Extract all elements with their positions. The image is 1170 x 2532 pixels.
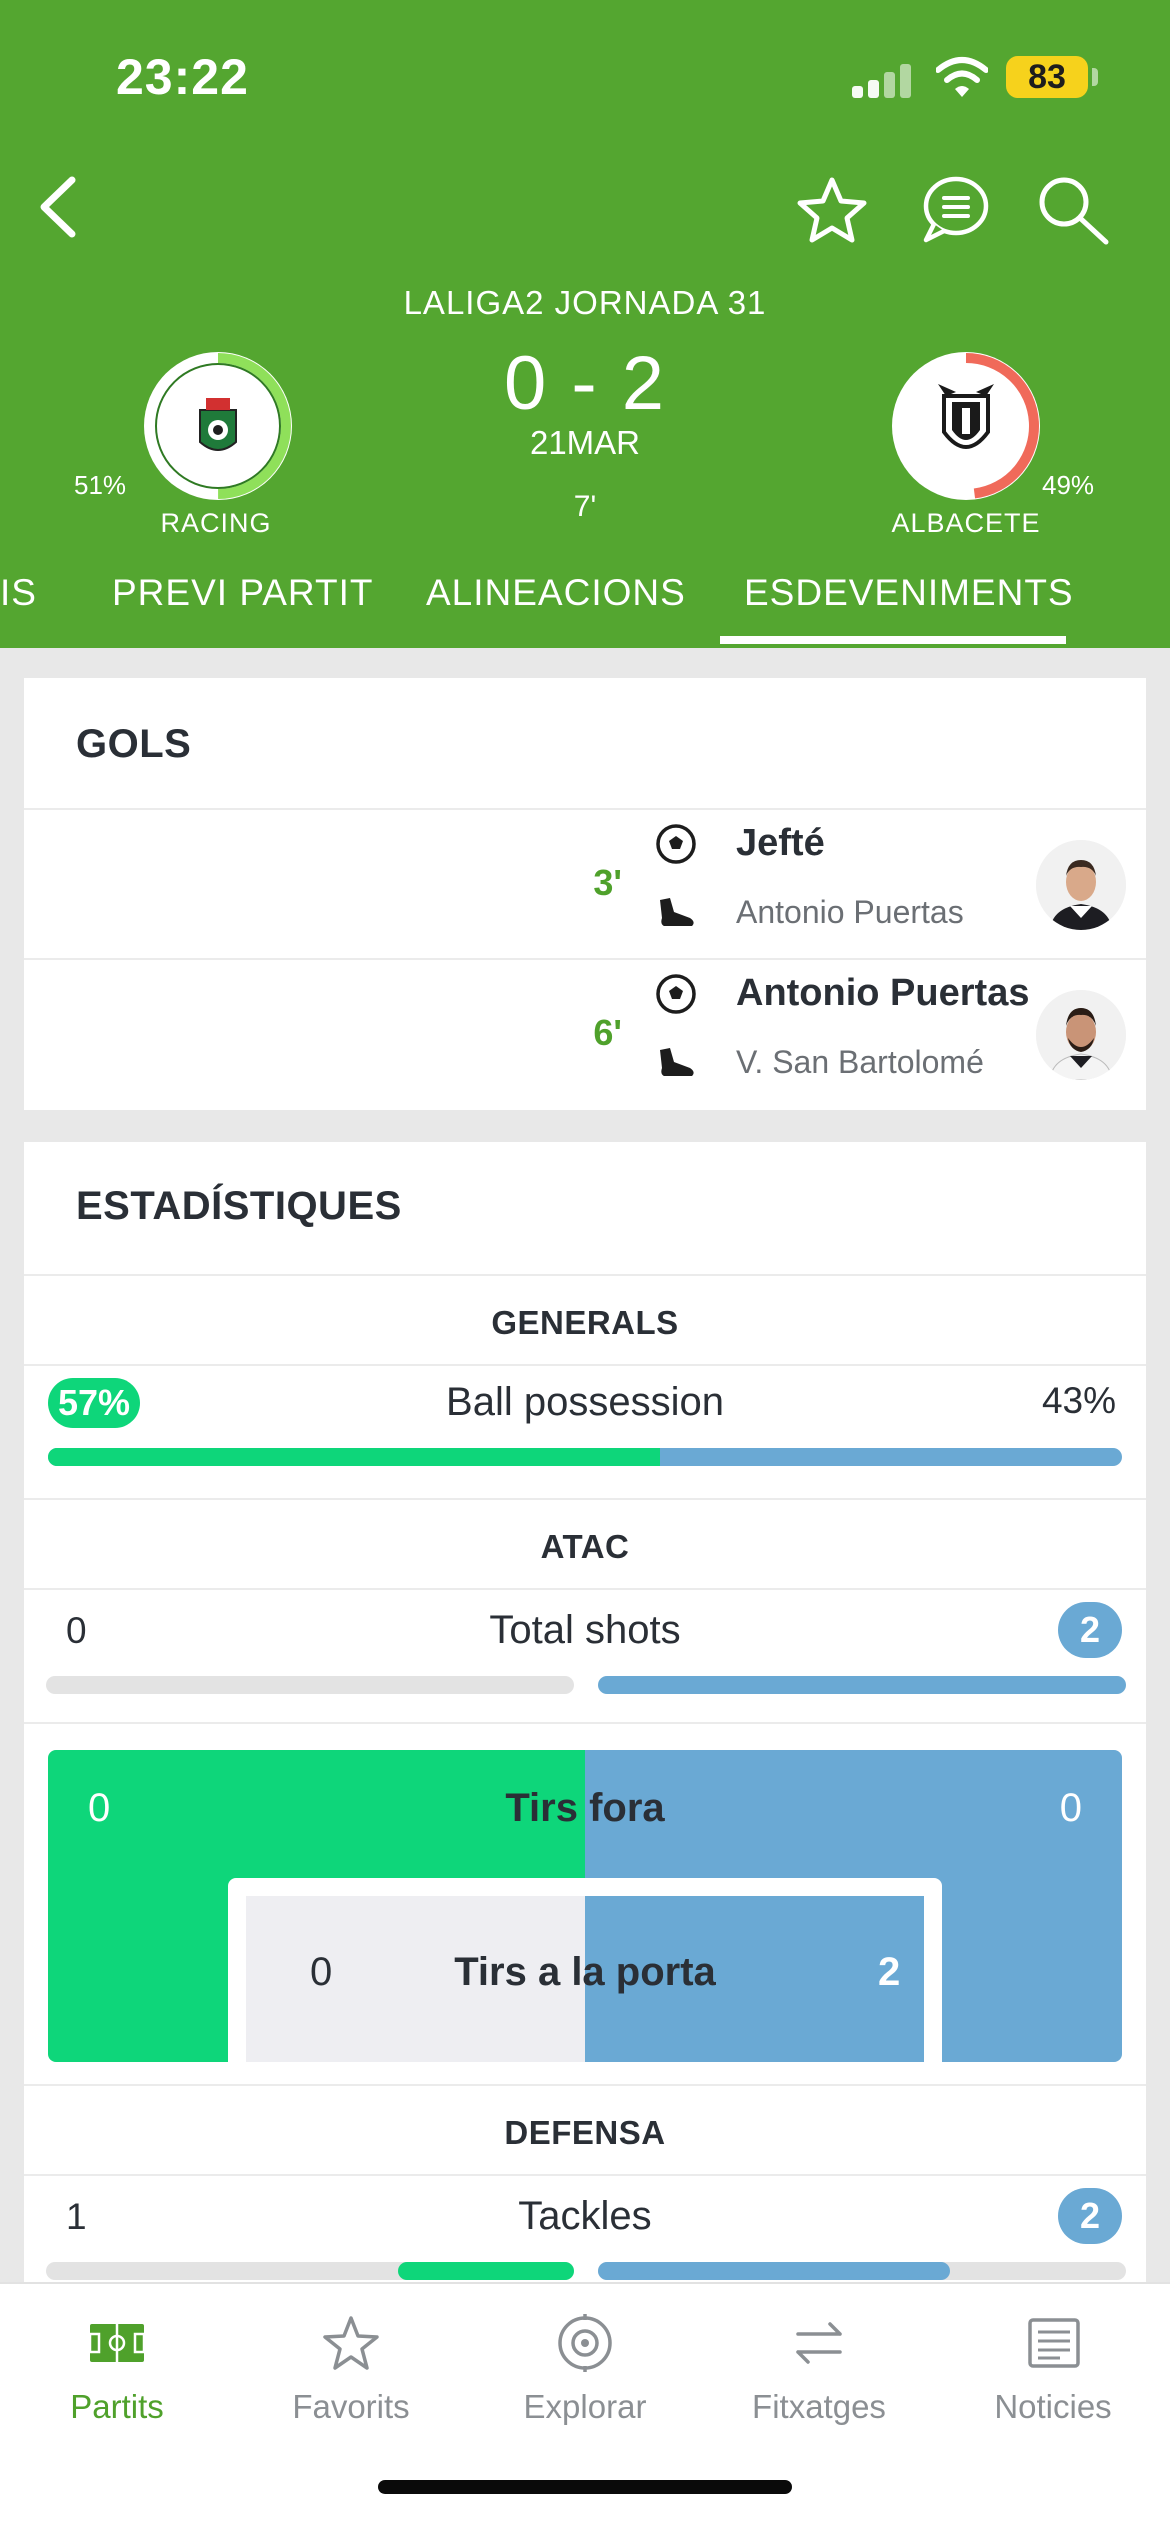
tirs-fora-label: Tirs fora	[505, 1786, 665, 1830]
nav-label: Noticies	[994, 2388, 1112, 2425]
nav-partits[interactable]: Partits	[0, 2310, 234, 2426]
stats-card: ESTADÍSTIQUES GENERALS 57% Ball possessi…	[24, 1142, 1146, 2282]
section-atac: ATAC	[540, 1528, 630, 1565]
bottom-nav: Partits Favorits Explorar Fitxatges Noti…	[0, 2282, 1170, 2532]
news-icon	[1028, 2318, 1080, 2368]
home-bar	[46, 1676, 574, 1694]
away-value-badge: 2	[1058, 1602, 1122, 1658]
player-photo-avatar	[1036, 840, 1126, 930]
nav-label: Explorar	[523, 2388, 647, 2425]
home-win-pct: 51%	[74, 470, 127, 500]
tirs-porta-label: Tirs a la porta	[454, 1950, 716, 1994]
goal-minute: 6'	[593, 1012, 622, 1053]
back-chevron-icon[interactable]	[28, 172, 88, 242]
football-icon	[656, 824, 696, 864]
away-team-name: ALBACETE	[891, 508, 1041, 538]
boot-assist-icon	[660, 1048, 694, 1076]
goal-assist: V. San Bartolomé	[736, 1044, 984, 1080]
league-round: LALIGA2 JORNADA 31	[403, 284, 767, 321]
pitch-icon	[88, 2324, 146, 2362]
tab-partial[interactable]: IS	[0, 572, 37, 614]
football-icon	[656, 974, 696, 1014]
nav-noticies[interactable]: Noticies	[936, 2310, 1170, 2426]
divider	[24, 1498, 1146, 1500]
match-tabs: IS PREVI PARTIT ALINEACIONS ESDEVENIMENT…	[0, 560, 1170, 648]
goal-scorer: Antonio Puertas	[736, 972, 1030, 1014]
home-bar	[398, 2262, 574, 2280]
stat-row-total-shots[interactable]: 0 Total shots 2	[24, 1590, 1146, 1714]
stat-row-possession[interactable]: 57% Ball possession 43%	[24, 1366, 1146, 1492]
home-indicator	[378, 2480, 792, 2494]
stat-label: Total shots	[489, 1608, 681, 1652]
goal-scorer: Jefté	[736, 822, 825, 864]
nav-favorits[interactable]: Favorits	[234, 2310, 468, 2426]
home-team-name: RACING	[160, 508, 272, 538]
home-bar	[48, 1448, 660, 1466]
home-team-badge[interactable]	[138, 346, 298, 506]
goals-title: GOLS	[76, 722, 192, 766]
battery-level: 83	[1006, 56, 1088, 98]
match-header: 23:22 83 LALIGA2 JORNADA 31 0 - 2 21MAR …	[0, 0, 1170, 648]
stats-title: ESTADÍSTIQUES	[76, 1184, 402, 1228]
stat-label: Ball possession	[446, 1380, 724, 1424]
battery-tip	[1092, 68, 1098, 86]
goal-row[interactable]: 3' Jefté Antonio Puertas	[24, 810, 1146, 958]
favorite-star-icon[interactable]	[792, 170, 872, 250]
tab-esdeveniments[interactable]: ESDEVENIMENTS	[744, 572, 1074, 614]
chat-icon[interactable]	[914, 170, 994, 250]
search-icon[interactable]	[1032, 170, 1112, 250]
transfer-arrows-icon	[796, 2322, 842, 2364]
nav-label: Favorits	[292, 2388, 410, 2425]
away-team-badge[interactable]	[886, 346, 1046, 506]
section-defensa: DEFENSA	[504, 2114, 666, 2151]
shots-goal-visual[interactable]: 0 Tirs fora 0 0 Tirs a la porta 2	[48, 1750, 1122, 2062]
away-win-pct: 49%	[1042, 470, 1095, 500]
tab-previ-partit[interactable]: PREVI PARTIT	[112, 572, 373, 614]
goal-minute: 3'	[593, 862, 622, 903]
away-bar	[598, 1676, 1126, 1694]
away-value-badge: 2	[1058, 2188, 1122, 2244]
tirs-porta-away: 2	[878, 1950, 901, 1994]
goals-card: GOLS 3' Jefté Antonio Puertas 6' Antonio…	[24, 678, 1146, 1110]
stat-label: Tackles	[518, 2194, 652, 2238]
player-photo-avatar	[1036, 990, 1126, 1080]
wifi-icon	[936, 57, 988, 97]
nav-fitxatges[interactable]: Fitxatges	[702, 2310, 936, 2426]
goal-row[interactable]: 6' Antonio Puertas V. San Bartolomé	[24, 960, 1146, 1108]
stat-row-tackles[interactable]: 1 Tackles 2	[24, 2176, 1146, 2282]
boot-assist-icon	[660, 898, 694, 926]
tab-alineacions[interactable]: ALINEACIONS	[426, 572, 686, 614]
active-tab-indicator	[720, 636, 1066, 644]
divider	[24, 1722, 1146, 1724]
tirs-fora-away: 0	[1059, 1786, 1082, 1830]
section-generals: GENERALS	[491, 1304, 679, 1341]
away-value: 43%	[1041, 1380, 1116, 1421]
status-time: 23:22	[116, 49, 249, 105]
divider	[24, 2084, 1146, 2086]
nav-label: Fitxatges	[752, 2388, 886, 2425]
divider	[24, 1274, 1146, 1276]
cellular-signal-icon	[852, 62, 914, 98]
compass-icon	[558, 2314, 612, 2372]
nav-label: Partits	[70, 2388, 164, 2425]
nav-explorar[interactable]: Explorar	[468, 2310, 702, 2426]
away-bar	[598, 2262, 950, 2280]
goal-assist: Antonio Puertas	[736, 894, 964, 930]
star-icon	[323, 2316, 379, 2370]
